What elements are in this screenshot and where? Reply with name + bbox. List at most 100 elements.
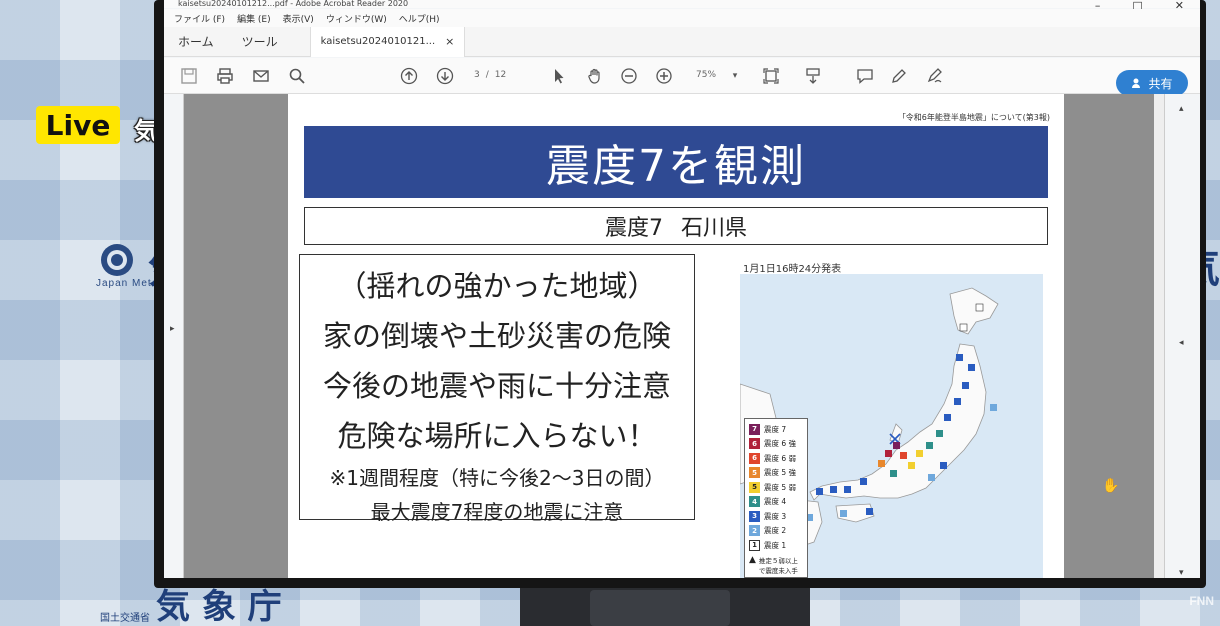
sign-icon[interactable]: [924, 65, 946, 87]
comment-icon[interactable]: [854, 65, 876, 87]
legend-note-text: 推定５弱以上で震度未入手: [758, 556, 798, 575]
search-icon[interactable]: [286, 65, 308, 87]
page-up-icon[interactable]: [398, 65, 420, 87]
legend-label: 震度 5 強: [764, 468, 797, 478]
triangle-icon: ▲: [749, 554, 756, 565]
warning-line: （揺れの強かった地域）: [337, 269, 657, 303]
toolbar: 3 / 12 75% ▾: [164, 58, 1200, 94]
legend-item: 2 震度 2: [749, 524, 803, 539]
tab-tools[interactable]: ツール: [228, 33, 292, 50]
legend-label: 震度 5 弱: [764, 482, 797, 492]
warning-line: 家の倒壊や土砂災害の危険: [322, 319, 671, 353]
note-line: ※1週間程度（特に今後2～3日の間）: [329, 466, 665, 490]
tab-home[interactable]: ホーム: [164, 33, 228, 50]
legend-label: 震度 1: [764, 540, 787, 550]
legend-label: 震度 7: [764, 424, 787, 434]
map-caption: 1月1日16時24分発表: [743, 264, 842, 275]
menu-help[interactable]: ヘルプ(H): [399, 12, 440, 25]
pen-icon[interactable]: [888, 65, 910, 87]
live-badge: Live: [36, 106, 120, 144]
hand-tool-icon[interactable]: [584, 65, 606, 87]
legend-label: 震度 3: [764, 511, 787, 521]
menu-file[interactable]: ファイル (F): [174, 12, 225, 25]
map-legend: 7 震度 7 6 震度 6 強 6 震度 6 弱 5 震度 5 強 5 震度 5 弱 4震…: [744, 418, 808, 578]
legend-label: 震度 2: [764, 526, 787, 536]
legend-label: 震度 4: [764, 497, 787, 507]
right-panel[interactable]: ▴ ◂ ▾: [1164, 94, 1200, 578]
chevron-right-icon[interactable]: ▸: [170, 324, 175, 334]
page-down-icon[interactable]: [434, 65, 456, 87]
left-panel-toggle[interactable]: ▸: [164, 94, 184, 578]
vertical-scrollbar[interactable]: [1154, 94, 1164, 578]
region-label: 石川県: [680, 216, 747, 241]
pdf-page: 「令和6年能登半島地震」について(第3報) 震度7を観測 震度7 石川県 （揺れ…: [288, 94, 1064, 578]
zoom-out-icon[interactable]: [618, 65, 640, 87]
page-indicator[interactable]: 3 / 12: [474, 70, 506, 80]
legend-item: 6 震度 6 強: [749, 437, 803, 452]
legend-swatch: 5: [749, 481, 760, 493]
warning-box: （揺れの強かった地域） 家の倒壊や土砂災害の危険 今後の地震や雨に十分注意 危険…: [299, 254, 695, 524]
share-button[interactable]: 共有: [1116, 70, 1188, 96]
legend-label: 震度 6 強: [764, 439, 797, 449]
legend-swatch: 2: [749, 525, 760, 537]
legend-item: 1 震度 1: [749, 538, 803, 553]
note-line: 最大震度7程度の地震に注意: [370, 500, 624, 524]
legend-item: 6 震度 6 弱: [749, 451, 803, 466]
legend-swatch: 4: [749, 496, 760, 508]
window-title-text: kaisetsu20240101212...pdf - Adobe Acroba…: [178, 0, 409, 8]
close-tab-icon[interactable]: ×: [445, 35, 454, 48]
legend-item: 5 震度 5 弱: [749, 480, 803, 495]
save-icon[interactable]: [178, 65, 200, 87]
mouse-cursor-icon: ✋: [1102, 478, 1120, 494]
legend-swatch: 7: [749, 423, 760, 435]
legend-item: 4 震度 4: [749, 495, 803, 510]
broadcaster-watermark: FNN: [1189, 594, 1214, 608]
monitor-stand-base: [590, 590, 730, 626]
intensity-region-bar: 震度7 石川県: [304, 207, 1048, 245]
legend-item: 7 震度 7: [749, 422, 803, 437]
warning-line: 危険な場所に入らない！: [337, 419, 657, 453]
chevron-left-icon[interactable]: ◂: [1179, 338, 1184, 348]
legend-item: 3 震度 3: [749, 509, 803, 524]
legend-swatch: 3: [749, 510, 760, 522]
legend-note: ▲ 推定５弱以上で震度未入手: [749, 555, 803, 575]
banner-title: 震度7を観測: [304, 126, 1048, 198]
print-icon[interactable]: [214, 65, 236, 87]
zoom-in-icon[interactable]: [653, 65, 675, 87]
page-current[interactable]: 3: [474, 70, 480, 80]
warning-line: 今後の地震や雨に十分注意: [322, 369, 671, 403]
ministry-label: 国土交通省: [100, 613, 150, 624]
tab-bar: ホーム ツール kaisetsu20240101​21... ×: [164, 26, 1200, 57]
chevron-down-icon[interactable]: ▾: [724, 65, 746, 87]
share-label: 共有: [1148, 76, 1173, 91]
intensity-label: 震度7: [604, 216, 663, 241]
page-separator: /: [485, 70, 489, 80]
zoom-level[interactable]: 75%: [696, 70, 716, 80]
fit-page-icon[interactable]: [760, 65, 782, 87]
legend-swatch: 6: [749, 438, 760, 450]
scroll-mode-icon[interactable]: [802, 65, 824, 87]
select-cursor-icon[interactable]: [548, 65, 570, 87]
scroll-up-icon[interactable]: ▴: [1179, 104, 1184, 114]
tab-document[interactable]: kaisetsu20240101​21... ×: [309, 26, 466, 57]
legend-item: 5 震度 5 強: [749, 466, 803, 481]
header-note: 「令和6年能登半島地震」について(第3報): [897, 113, 1050, 122]
page-total: 12: [494, 70, 507, 80]
agency-logo-text: 気 象 庁: [156, 587, 282, 626]
tab-document-label: kaisetsu20240101​21...: [320, 36, 436, 47]
acrobat-window: kaisetsu20240101212...pdf - Adobe Acroba…: [164, 0, 1200, 578]
legend-swatch: 5: [749, 467, 760, 479]
add-user-icon: [1132, 78, 1141, 88]
legend-label: 震度 6 弱: [764, 453, 797, 463]
menu-edit[interactable]: 編集 (E): [237, 12, 271, 25]
legend-swatch: 1: [749, 539, 760, 551]
menu-bar: ファイル (F) 編集 (E) 表示(V) ウィンドウ(W) ヘルプ(H): [164, 9, 1200, 27]
window-title: kaisetsu20240101212...pdf - Adobe Acroba…: [164, 0, 1200, 11]
legend-swatch: 6: [749, 452, 760, 464]
scroll-down-icon[interactable]: ▾: [1179, 568, 1184, 578]
menu-window[interactable]: ウィンドウ(W): [326, 12, 387, 25]
background-bottom-logo: 国土交通省 気 象 庁: [100, 590, 282, 624]
email-icon[interactable]: [250, 65, 272, 87]
seismic-intensity-map: 7 震度 7 6 震度 6 強 6 震度 6 弱 5 震度 5 強 5 震度 5 弱 4震…: [740, 274, 1043, 578]
menu-view[interactable]: 表示(V): [283, 12, 314, 25]
